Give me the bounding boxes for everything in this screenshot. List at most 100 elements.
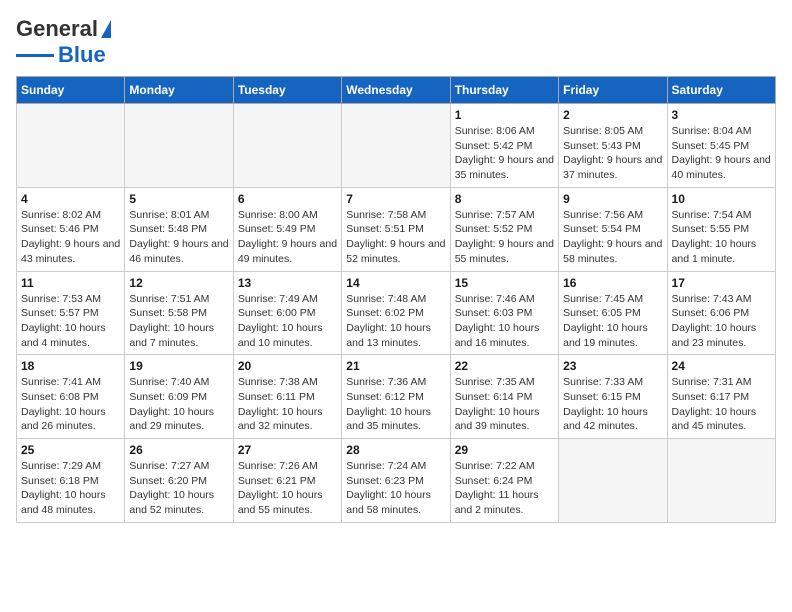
calendar-header-row: SundayMondayTuesdayWednesdayThursdayFrid…: [17, 77, 776, 104]
cell-detail: Sunrise: 8:06 AMSunset: 5:42 PMDaylight:…: [455, 124, 554, 183]
cell-date: 21: [346, 359, 445, 373]
cell-detail: Sunrise: 7:45 AMSunset: 6:05 PMDaylight:…: [563, 292, 662, 351]
calendar-cell: 20Sunrise: 7:38 AMSunset: 6:11 PMDayligh…: [233, 355, 341, 439]
cell-detail: Sunrise: 7:54 AMSunset: 5:55 PMDaylight:…: [672, 208, 771, 267]
cell-date: 4: [21, 192, 120, 206]
cell-date: 9: [563, 192, 662, 206]
cell-detail: Sunrise: 7:57 AMSunset: 5:52 PMDaylight:…: [455, 208, 554, 267]
calendar-cell: 17 Sunrise: 7:43 AMSunset: 6:06 PMDayligh…: [667, 271, 775, 355]
cell-date: 16: [563, 276, 662, 290]
calendar-cell: 15Sunrise: 7:46 AMSunset: 6:03 PMDayligh…: [450, 271, 558, 355]
cell-detail: Sunrise: 7:51 AMSunset: 5:58 PMDaylight:…: [129, 292, 228, 351]
calendar-cell: 4 Sunrise: 8:02 AMSunset: 5:46 PMDaylight…: [17, 187, 125, 271]
calendar-week-row: 1 Sunrise: 8:06 AMSunset: 5:42 PMDaylight…: [17, 104, 776, 188]
calendar-cell: 23 Sunrise: 7:33 AMSunset: 6:15 PMDayligh…: [559, 355, 667, 439]
cell-detail: Sunrise: 7:58 AMSunset: 5:51 PMDaylight:…: [346, 208, 445, 267]
cell-detail: Sunrise: 7:53 AMSunset: 5:57 PMDaylight:…: [21, 292, 120, 351]
cell-date: 24: [672, 359, 771, 373]
cell-date: 11: [21, 276, 120, 290]
calendar-cell: 21 Sunrise: 7:36 AMSunset: 6:12 PMDayligh…: [342, 355, 450, 439]
calendar-cell: 8 Sunrise: 7:57 AMSunset: 5:52 PMDaylight…: [450, 187, 558, 271]
cell-detail: Sunrise: 7:24 AMSunset: 6:23 PMDaylight:…: [346, 459, 445, 518]
day-header-monday: Monday: [125, 77, 233, 104]
header: General Blue: [16, 16, 776, 68]
cell-date: 17: [672, 276, 771, 290]
day-header-friday: Friday: [559, 77, 667, 104]
calendar-cell: [342, 104, 450, 188]
cell-detail: Sunrise: 7:48 AMSunset: 6:02 PMDaylight:…: [346, 292, 445, 351]
calendar-cell: [667, 439, 775, 523]
cell-date: 22: [455, 359, 554, 373]
cell-date: 26: [129, 443, 228, 457]
calendar-cell: 9 Sunrise: 7:56 AMSunset: 5:54 PMDaylight…: [559, 187, 667, 271]
day-header-saturday: Saturday: [667, 77, 775, 104]
calendar-cell: 2 Sunrise: 8:05 AMSunset: 5:43 PMDaylight…: [559, 104, 667, 188]
cell-date: 23: [563, 359, 662, 373]
calendar-cell: 25 Sunrise: 7:29 AMSunset: 6:18 PMDayligh…: [17, 439, 125, 523]
cell-date: 8: [455, 192, 554, 206]
calendar-cell: 11 Sunrise: 7:53 AMSunset: 5:57 PMDayligh…: [17, 271, 125, 355]
logo-triangle: [101, 20, 111, 38]
cell-detail: Sunrise: 7:46 AMSunset: 6:03 PMDaylight:…: [455, 292, 554, 351]
calendar-cell: 24 Sunrise: 7:31 AMSunset: 6:17 PMDayligh…: [667, 355, 775, 439]
day-header-sunday: Sunday: [17, 77, 125, 104]
cell-detail: Sunrise: 7:49 AMSunset: 6:00 PMDaylight:…: [238, 292, 337, 351]
calendar-cell: [125, 104, 233, 188]
cell-detail: Sunrise: 7:27 AMSunset: 6:20 PMDaylight:…: [129, 459, 228, 518]
calendar-cell: 18Sunrise: 7:41 AMSunset: 6:08 PMDayligh…: [17, 355, 125, 439]
cell-detail: Sunrise: 8:02 AMSunset: 5:46 PMDaylight:…: [21, 208, 120, 267]
cell-detail: Sunrise: 8:05 AMSunset: 5:43 PMDaylight:…: [563, 124, 662, 183]
cell-date: 25: [21, 443, 120, 457]
calendar-cell: [17, 104, 125, 188]
day-header-wednesday: Wednesday: [342, 77, 450, 104]
calendar-week-row: 4 Sunrise: 8:02 AMSunset: 5:46 PMDaylight…: [17, 187, 776, 271]
cell-date: 29: [455, 443, 554, 457]
calendar-week-row: 18Sunrise: 7:41 AMSunset: 6:08 PMDayligh…: [17, 355, 776, 439]
calendar-cell: 1 Sunrise: 8:06 AMSunset: 5:42 PMDaylight…: [450, 104, 558, 188]
cell-date: 10: [672, 192, 771, 206]
logo: General Blue: [16, 16, 111, 68]
calendar-cell: 14 Sunrise: 7:48 AMSunset: 6:02 PMDayligh…: [342, 271, 450, 355]
day-header-tuesday: Tuesday: [233, 77, 341, 104]
cell-date: 14: [346, 276, 445, 290]
cell-date: 2: [563, 108, 662, 122]
calendar-cell: 10 Sunrise: 7:54 AMSunset: 5:55 PMDayligh…: [667, 187, 775, 271]
cell-detail: Sunrise: 7:31 AMSunset: 6:17 PMDaylight:…: [672, 375, 771, 434]
cell-detail: Sunrise: 7:56 AMSunset: 5:54 PMDaylight:…: [563, 208, 662, 267]
cell-detail: Sunrise: 7:35 AMSunset: 6:14 PMDaylight:…: [455, 375, 554, 434]
cell-detail: Sunrise: 7:22 AMSunset: 6:24 PMDaylight:…: [455, 459, 554, 518]
cell-date: 5: [129, 192, 228, 206]
calendar: SundayMondayTuesdayWednesdayThursdayFrid…: [16, 76, 776, 523]
cell-date: 18: [21, 359, 120, 373]
logo-underline: [16, 54, 54, 57]
calendar-cell: 27Sunrise: 7:26 AMSunset: 6:21 PMDayligh…: [233, 439, 341, 523]
logo-blue: Blue: [58, 42, 106, 68]
cell-detail: Sunrise: 7:40 AMSunset: 6:09 PMDaylight:…: [129, 375, 228, 434]
calendar-cell: [559, 439, 667, 523]
cell-date: 13: [238, 276, 337, 290]
calendar-week-row: 25 Sunrise: 7:29 AMSunset: 6:18 PMDayligh…: [17, 439, 776, 523]
cell-detail: Sunrise: 8:00 AMSunset: 5:49 PMDaylight:…: [238, 208, 337, 267]
calendar-cell: 12 Sunrise: 7:51 AMSunset: 5:58 PMDayligh…: [125, 271, 233, 355]
cell-date: 12: [129, 276, 228, 290]
cell-date: 3: [672, 108, 771, 122]
cell-date: 1: [455, 108, 554, 122]
calendar-cell: 13 Sunrise: 7:49 AMSunset: 6:00 PMDayligh…: [233, 271, 341, 355]
calendar-cell: 29 Sunrise: 7:22 AMSunset: 6:24 PMDayligh…: [450, 439, 558, 523]
cell-detail: Sunrise: 7:43 AMSunset: 6:06 PMDaylight:…: [672, 292, 771, 351]
cell-detail: Sunrise: 7:29 AMSunset: 6:18 PMDaylight:…: [21, 459, 120, 518]
cell-detail: Sunrise: 7:38 AMSunset: 6:11 PMDaylight:…: [238, 375, 337, 434]
logo-general: General: [16, 16, 98, 42]
calendar-cell: 22 Sunrise: 7:35 AMSunset: 6:14 PMDayligh…: [450, 355, 558, 439]
calendar-week-row: 11 Sunrise: 7:53 AMSunset: 5:57 PMDayligh…: [17, 271, 776, 355]
cell-date: 28: [346, 443, 445, 457]
calendar-cell: [233, 104, 341, 188]
cell-date: 27: [238, 443, 337, 457]
calendar-cell: 19Sunrise: 7:40 AMSunset: 6:09 PMDayligh…: [125, 355, 233, 439]
calendar-cell: 16 Sunrise: 7:45 AMSunset: 6:05 PMDayligh…: [559, 271, 667, 355]
day-header-thursday: Thursday: [450, 77, 558, 104]
cell-date: 7: [346, 192, 445, 206]
cell-detail: Sunrise: 8:04 AMSunset: 5:45 PMDaylight:…: [672, 124, 771, 183]
cell-detail: Sunrise: 7:36 AMSunset: 6:12 PMDaylight:…: [346, 375, 445, 434]
cell-detail: Sunrise: 7:33 AMSunset: 6:15 PMDaylight:…: [563, 375, 662, 434]
